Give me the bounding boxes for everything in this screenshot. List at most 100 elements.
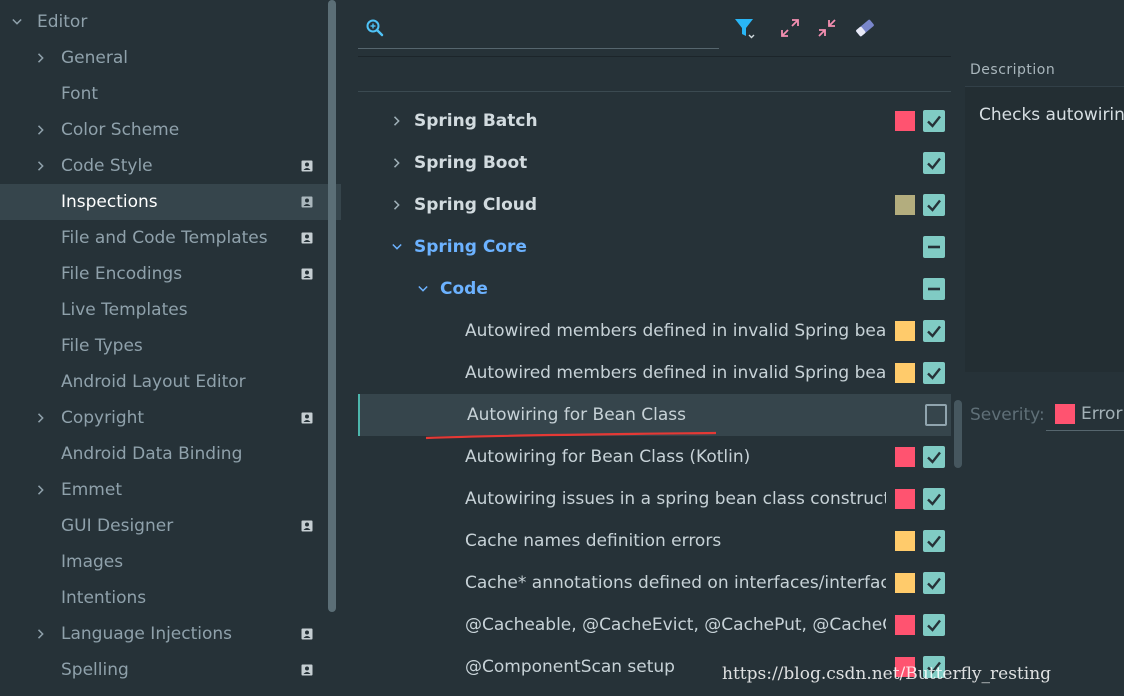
sidebar-item-label: Color Scheme xyxy=(61,120,180,140)
sidebar-item-emmet[interactable]: Emmet xyxy=(0,472,341,508)
tree-row-label: Autowiring for Bean Class xyxy=(467,405,686,425)
severity-swatch-warning xyxy=(895,531,915,551)
sidebar-item-android-data-binding[interactable]: Android Data Binding xyxy=(0,436,341,472)
sidebar-item-general[interactable]: General xyxy=(0,40,341,76)
sidebar-item-font[interactable]: Font xyxy=(0,76,341,112)
tree-row-label: Cache* annotations defined on interfaces… xyxy=(465,573,886,593)
chevron-right-icon[interactable] xyxy=(36,125,46,135)
project-scope-icon xyxy=(301,412,313,424)
tree-row-cache-names-definition-errors[interactable]: Cache names definition errors xyxy=(358,520,951,562)
sidebar-item-label: Android Data Binding xyxy=(61,444,243,464)
sidebar-item-copyright[interactable]: Copyright xyxy=(0,400,341,436)
sidebar-item-label: File Types xyxy=(61,336,143,356)
tree-row-label: Autowired members defined in invalid Spr… xyxy=(465,363,886,383)
sidebar-item-inspections[interactable]: Inspections xyxy=(0,184,341,220)
inspection-checkbox[interactable] xyxy=(923,446,945,468)
chevron-right-icon[interactable] xyxy=(36,413,46,423)
sidebar-item-intentions[interactable]: Intentions xyxy=(0,580,341,616)
eraser-icon[interactable] xyxy=(853,16,877,40)
chevron-right-icon[interactable] xyxy=(392,116,402,126)
severity-swatch-error xyxy=(895,489,915,509)
chevron-down-icon[interactable] xyxy=(418,284,428,294)
sidebar-item-file-and-code-templates[interactable]: File and Code Templates xyxy=(0,220,341,256)
chevron-right-icon[interactable] xyxy=(36,53,46,63)
inspection-checkbox[interactable] xyxy=(923,152,945,174)
filter-icon[interactable] xyxy=(733,16,757,40)
project-scope-icon xyxy=(301,160,313,172)
inspection-checkbox[interactable] xyxy=(923,530,945,552)
tree-row-label: @ComponentScan setup xyxy=(465,657,675,677)
expand-all-icon[interactable] xyxy=(778,16,802,40)
search-box[interactable] xyxy=(358,12,719,49)
inspection-checkbox[interactable] xyxy=(923,488,945,510)
sidebar-item-language-injections[interactable]: Language Injections xyxy=(0,616,341,652)
project-scope-icon xyxy=(301,628,313,640)
tree-row-autowired-members-defined-in-invalid-spring-bean-ko[interactable]: Autowired members defined in invalid Spr… xyxy=(358,352,951,394)
tree-row-autowiring-issues-in-a-spring-bean-class-constructors[interactable]: Autowiring issues in a spring bean class… xyxy=(358,478,951,520)
checkmark-icon xyxy=(927,493,941,506)
sidebar-item-file-types[interactable]: File Types xyxy=(0,328,341,364)
severity-dropdown[interactable]: Error xyxy=(1046,400,1124,431)
chevron-right-icon[interactable] xyxy=(392,158,402,168)
severity-swatch-weak-warning xyxy=(895,195,915,215)
project-scope-icon xyxy=(301,520,313,532)
inspection-checkbox[interactable] xyxy=(923,110,945,132)
tree-row-spring-batch[interactable]: Spring Batch xyxy=(358,100,951,142)
description-box: Checks autowiring xyxy=(965,86,1124,372)
inspection-checkbox[interactable] xyxy=(923,278,945,300)
inspection-checkbox[interactable] xyxy=(923,362,945,384)
tree-row-spring-boot[interactable]: Spring Boot xyxy=(358,142,951,184)
indeterminate-icon xyxy=(928,245,940,249)
sidebar-item-android-layout-editor[interactable]: Android Layout Editor xyxy=(0,364,341,400)
tree-row-spring-cloud[interactable]: Spring Cloud xyxy=(358,184,951,226)
sidebar-item-label: Code Style xyxy=(61,156,153,176)
watermark: https://blog.csdn.net/Butterfly_resting xyxy=(722,664,1052,684)
chevron-down-icon[interactable] xyxy=(392,242,402,252)
tree-row-label: Autowired members defined in invalid Spr… xyxy=(465,321,886,341)
sidebar-item-label: GUI Designer xyxy=(61,516,174,536)
sidebar-item-code-style[interactable]: Code Style xyxy=(0,148,341,184)
sidebar-item-images[interactable]: Images xyxy=(0,544,341,580)
inspection-checkbox[interactable] xyxy=(923,614,945,636)
sidebar-section-editor[interactable]: Editor xyxy=(0,4,341,40)
inspection-checkbox[interactable] xyxy=(923,194,945,216)
sidebar-item-label: Copyright xyxy=(61,408,145,428)
severity-value: Error xyxy=(1081,404,1123,424)
tree-row-cacheable-cacheevict-cacheput-cachecon[interactable]: @Cacheable, @CacheEvict, @CachePut, @Cac… xyxy=(358,604,951,646)
sidebar-scrollbar[interactable] xyxy=(328,0,336,612)
tree-row-label: Cache names definition errors xyxy=(465,531,722,551)
severity-label: Severity: xyxy=(970,405,1045,425)
inspections-tree: Spring Batch Spring Boot Spring Cloud Sprin… xyxy=(358,100,951,696)
inspection-checkbox[interactable] xyxy=(923,320,945,342)
severity-swatch-warning xyxy=(895,363,915,383)
tree-row-autowired-members-defined-in-invalid-spring-bean[interactable]: Autowired members defined in invalid Spr… xyxy=(358,310,951,352)
description-tab[interactable]: Description xyxy=(970,62,1055,78)
tree-scrollbar[interactable] xyxy=(954,400,962,468)
tree-row-label: Spring Cloud xyxy=(414,195,538,215)
tree-row-content: Spring Cloud xyxy=(358,184,886,226)
chevron-right-icon[interactable] xyxy=(392,200,402,210)
tree-row-cache-annotations-defined-on-interfaces-interface-m[interactable]: Cache* annotations defined on interfaces… xyxy=(358,562,951,604)
sidebar-item-file-encodings[interactable]: File Encodings xyxy=(0,256,341,292)
chevron-right-icon[interactable] xyxy=(36,161,46,171)
sidebar-item-live-templates[interactable]: Live Templates xyxy=(0,292,341,328)
tree-row-spring-core[interactable]: Spring Core xyxy=(358,226,951,268)
tree-row-content: Autowiring issues in a spring bean class… xyxy=(358,478,886,520)
search-input[interactable] xyxy=(394,16,714,44)
inspection-checkbox[interactable] xyxy=(923,236,945,258)
chevron-right-icon[interactable] xyxy=(36,485,46,495)
sidebar-item-color-scheme[interactable]: Color Scheme xyxy=(0,112,341,148)
tree-row-content: Cache* annotations defined on interfaces… xyxy=(358,562,886,604)
collapse-all-icon[interactable] xyxy=(815,16,839,40)
sidebar-item-gui-designer[interactable]: GUI Designer xyxy=(0,508,341,544)
tree-row-code[interactable]: Code xyxy=(358,268,951,310)
chevron-right-icon[interactable] xyxy=(36,629,46,639)
tree-row-content: Spring Core xyxy=(358,226,886,268)
tree-row-label: Spring Core xyxy=(414,237,527,257)
tree-row-autowiring-for-bean-class-kotlin[interactable]: Autowiring for Bean Class (Kotlin) xyxy=(358,436,951,478)
sidebar-item-spelling[interactable]: Spelling xyxy=(0,652,341,688)
inspection-checkbox[interactable] xyxy=(925,404,947,426)
checkmark-icon xyxy=(927,367,941,380)
settings-sidebar: Editor General Font Color Scheme Code Style… xyxy=(0,0,341,696)
inspection-checkbox[interactable] xyxy=(923,572,945,594)
